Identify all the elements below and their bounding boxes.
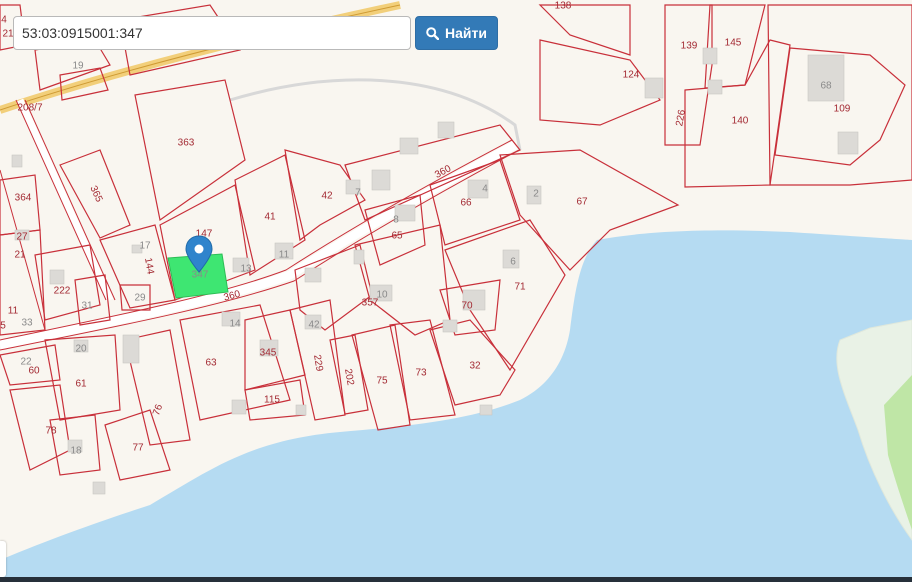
map-label: 115 xyxy=(264,395,280,406)
map-label: 32 xyxy=(469,361,481,372)
map-label: 21 xyxy=(14,250,26,261)
search-icon xyxy=(426,26,440,40)
map-label: 20 xyxy=(75,344,87,355)
map-label: 363 xyxy=(178,138,195,149)
search-button[interactable]: Найти xyxy=(415,16,498,50)
map-label: 14 xyxy=(229,319,241,330)
map-label: 61 xyxy=(75,379,87,390)
map-label: 66 xyxy=(460,198,472,209)
map-label: 8 xyxy=(393,215,399,226)
map-label: 19 xyxy=(72,61,84,72)
map-label: 60 xyxy=(28,366,40,377)
map-label: 5 xyxy=(0,321,6,332)
lake xyxy=(0,230,912,577)
map-label: 4 xyxy=(1,15,7,26)
map-label: 42 xyxy=(321,191,333,202)
map-label: 31 xyxy=(81,301,93,312)
map-label: 65 xyxy=(391,231,403,242)
cadastral-map[interactable]: 4 21 19 208/7 138 139 145 124 68 109 226… xyxy=(0,0,912,582)
map-label: 226 xyxy=(674,108,688,127)
map-label: 144 xyxy=(142,257,156,276)
map-label: 42 xyxy=(308,320,320,331)
map-label: 17 xyxy=(139,241,151,252)
search-input[interactable] xyxy=(13,16,411,50)
map-label: 6 xyxy=(510,257,516,268)
map-label: 11 xyxy=(279,250,290,261)
side-panel-toggle[interactable] xyxy=(0,541,6,577)
map-label: 70 xyxy=(461,301,473,312)
map-label: 222 xyxy=(54,286,71,297)
map-label: 67 xyxy=(576,197,588,208)
map-label: 11 xyxy=(8,306,19,317)
map-label: 109 xyxy=(834,104,851,115)
map-label: 33 xyxy=(21,318,33,329)
map-label: 2 xyxy=(533,189,539,200)
map-label: 229 xyxy=(311,354,325,373)
map-label: 76 xyxy=(151,403,165,418)
map-label: 77 xyxy=(132,443,144,454)
map-label: 4 xyxy=(482,184,488,195)
map-label: 68 xyxy=(820,81,832,92)
map-label: 139 xyxy=(681,41,698,52)
search-button-label: Найти xyxy=(445,25,487,41)
map-label: 13 xyxy=(240,264,252,275)
map-label: 63 xyxy=(205,358,217,369)
map-label: 145 xyxy=(725,38,742,49)
map-label: 71 xyxy=(514,282,526,293)
map-label: 41 xyxy=(264,212,276,223)
map-label: 140 xyxy=(732,116,749,127)
map-label: 29 xyxy=(134,293,146,304)
map-label: 208/7 xyxy=(17,103,42,114)
map-label: 75 xyxy=(376,376,388,387)
map-label: 138 xyxy=(555,1,572,12)
map-label: 202 xyxy=(342,368,356,387)
map-label: 7 xyxy=(355,188,361,199)
map-label: 18 xyxy=(70,446,82,457)
map-label: 364 xyxy=(15,193,32,204)
map-label: 78 xyxy=(45,426,57,437)
map-label: 345 xyxy=(260,348,277,359)
map-label: 365 xyxy=(87,184,104,204)
map-label: 357 xyxy=(362,298,379,309)
map-label: 27 xyxy=(16,232,28,243)
status-bar xyxy=(0,577,912,582)
map-label: 124 xyxy=(623,70,640,81)
map-label: 73 xyxy=(415,368,427,379)
